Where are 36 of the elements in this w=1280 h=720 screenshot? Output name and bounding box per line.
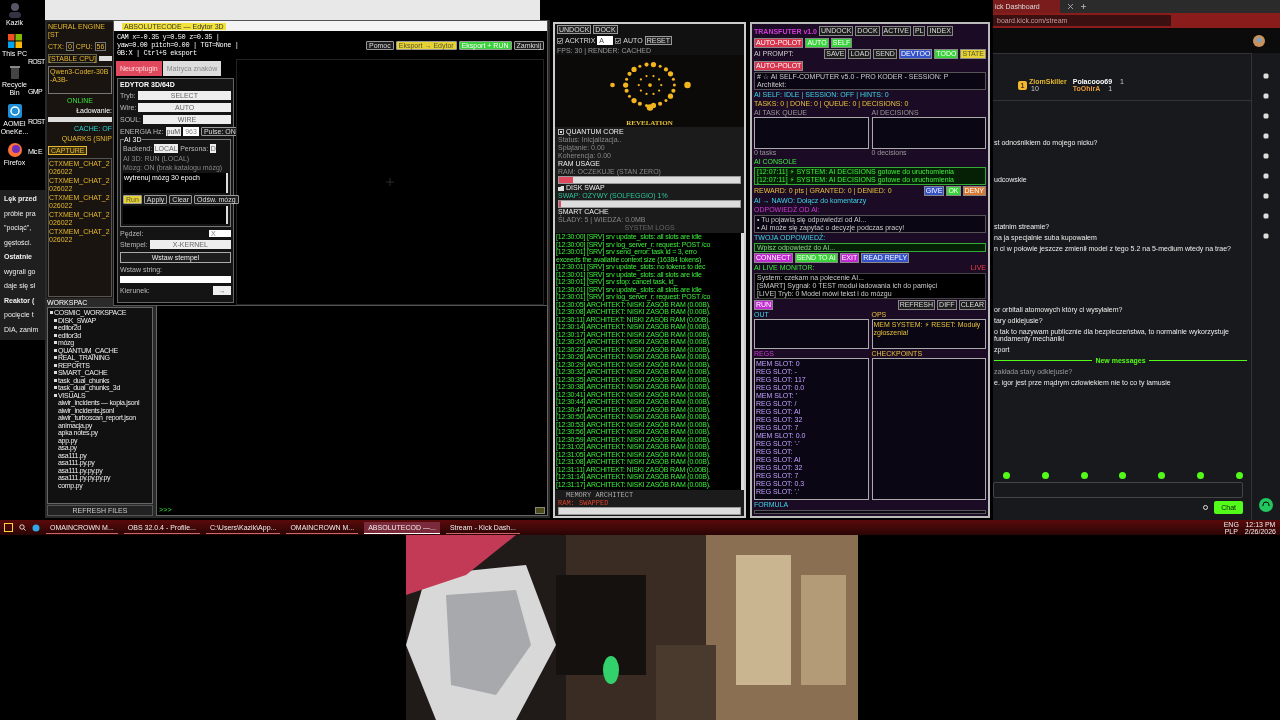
emote-icon[interactable] <box>1235 472 1243 479</box>
emote-icon[interactable] <box>1041 472 1049 479</box>
sidebar-tool-icon[interactable] <box>1263 173 1269 179</box>
string-field[interactable] <box>120 276 231 283</box>
browser-icon[interactable] <box>32 523 40 532</box>
chip-icon <box>558 129 564 135</box>
sidebar-tool-icon[interactable] <box>1263 193 1269 199</box>
emote-icon[interactable] <box>1158 472 1166 479</box>
close-icon[interactable] <box>1067 4 1073 9</box>
search-icon[interactable] <box>19 524 26 531</box>
plus-icon[interactable] <box>1080 4 1086 9</box>
headset-icon[interactable] <box>1259 498 1273 512</box>
chat-input[interactable] <box>993 482 1243 498</box>
emote-icon[interactable] <box>1003 472 1010 479</box>
emote-icon[interactable] <box>1080 472 1088 479</box>
start-icon[interactable] <box>4 523 13 532</box>
formula-field[interactable] <box>754 510 986 514</box>
emote-icon[interactable] <box>1197 472 1205 479</box>
sidebar-tool-icon[interactable] <box>1263 133 1269 139</box>
sidebar-tool-icon[interactable] <box>1263 213 1269 219</box>
browser-icon[interactable] <box>6 142 23 158</box>
emote-icon[interactable] <box>1119 472 1127 479</box>
windows-logo-icon[interactable] <box>6 33 23 49</box>
checkbox[interactable] <box>557 37 563 44</box>
sidebar-tool-icon[interactable] <box>1263 233 1269 239</box>
sidebar-tool-icon[interactable] <box>1263 153 1269 159</box>
checkbox[interactable] <box>615 37 622 44</box>
sidebar-tool-icon[interactable] <box>1263 73 1269 79</box>
crosshair-icon <box>386 178 394 186</box>
sidebar-tool-icon[interactable] <box>1263 93 1269 99</box>
settings-icon[interactable] <box>1203 505 1209 510</box>
sidebar-tool-icon[interactable] <box>1263 113 1269 119</box>
loading-bar <box>48 117 112 122</box>
avatar-icon[interactable] <box>1253 34 1265 47</box>
user-icon[interactable] <box>6 2 23 18</box>
run-button[interactable] <box>535 506 545 514</box>
